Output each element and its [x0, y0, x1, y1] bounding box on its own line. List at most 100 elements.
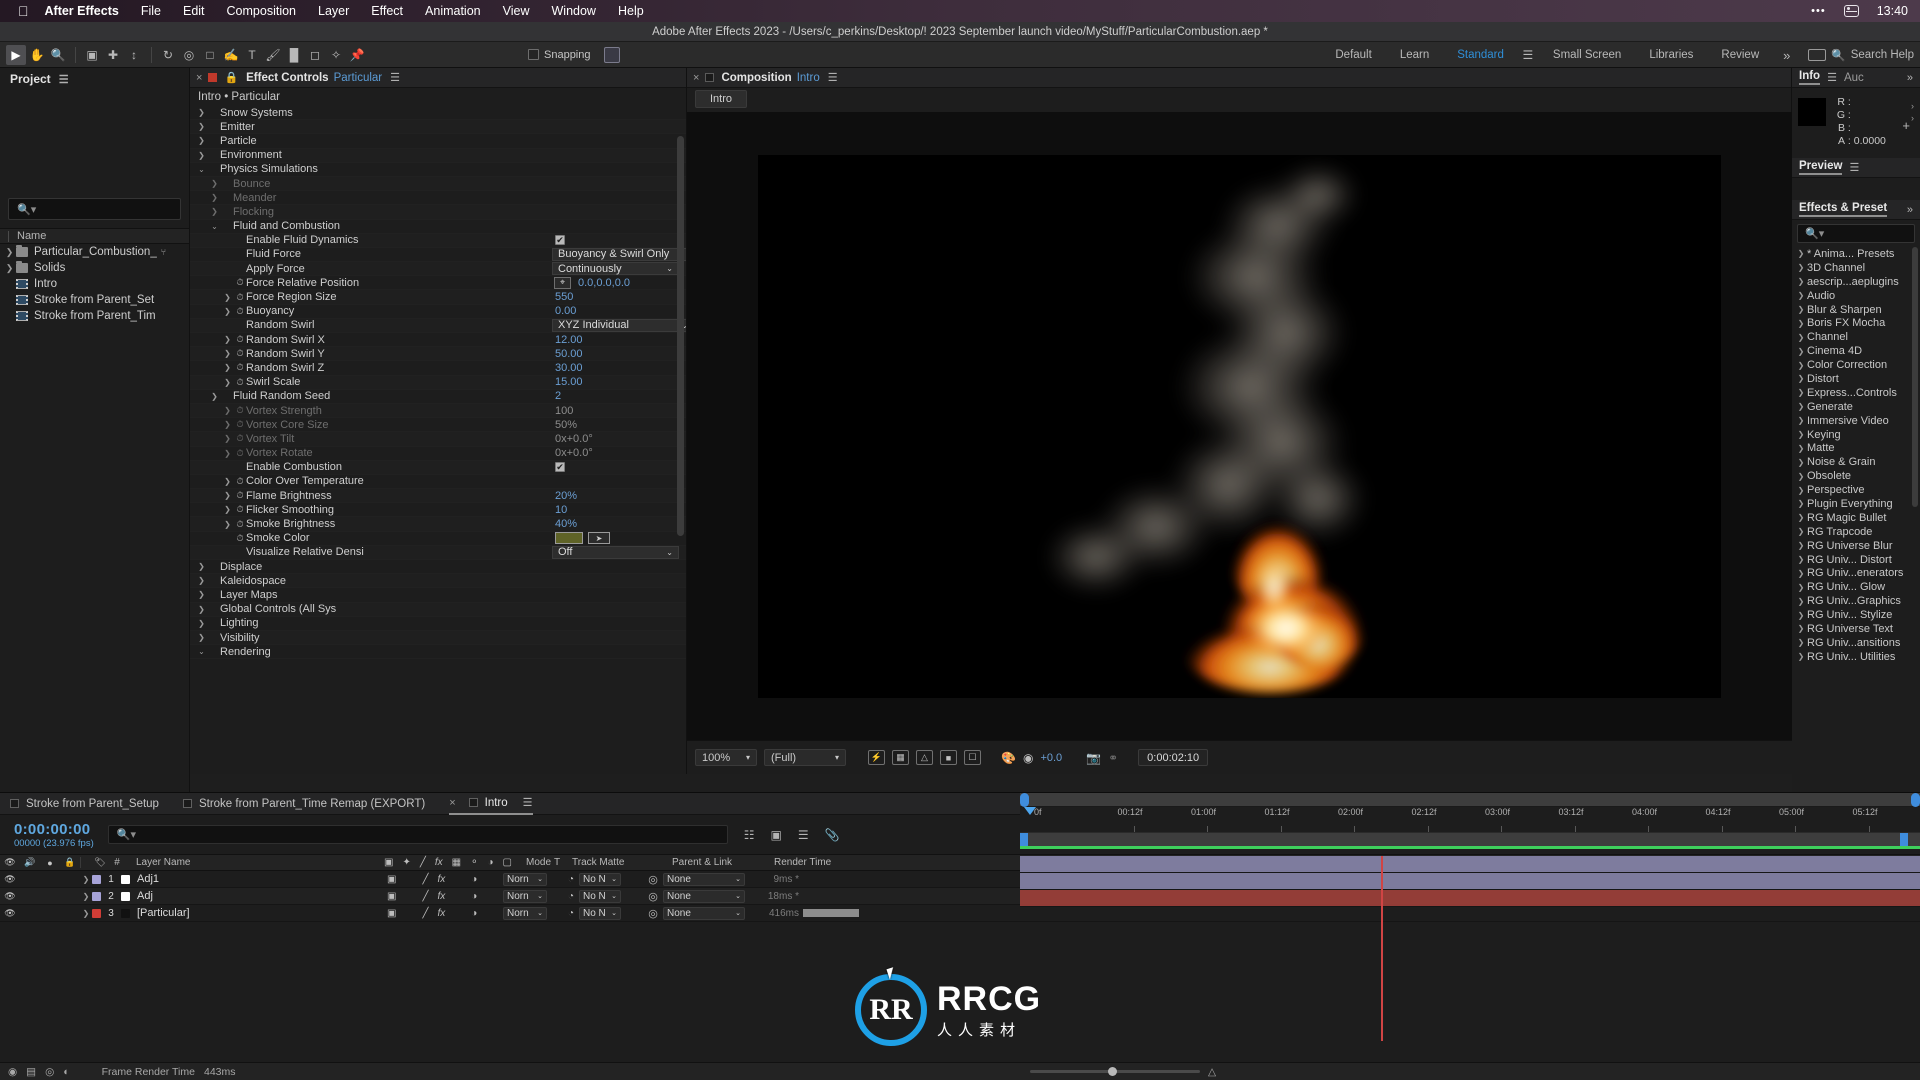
twirl-closed-icon[interactable]: ❯	[1795, 597, 1807, 606]
effect-property-row[interactable]: ❯ Global Controls (All Sys	[190, 602, 686, 617]
timeline-zoom-bar[interactable]	[1020, 793, 1920, 807]
effect-property-row[interactable]: ⌄ Fluid and Combustion	[190, 220, 686, 234]
effect-property-row[interactable]: ❯ Lighting	[190, 617, 686, 631]
effect-property-row[interactable]: ❯ Layer Maps	[190, 588, 686, 603]
effects-category-row[interactable]: ❯ RG Univ...enerators	[1792, 566, 1920, 580]
property-dropdown[interactable]: Off ⌄	[552, 545, 679, 559]
motion-blur-toggle-icon[interactable]: ◎	[45, 1066, 54, 1078]
stopwatch-icon[interactable]: ⏱	[234, 362, 246, 373]
property-value[interactable]: 40%	[555, 518, 577, 530]
effect-property-row[interactable]: ❯ ⏱ Color Over Temperature	[190, 475, 686, 490]
pixel-aspect-correction-icon[interactable]: ☐	[964, 750, 981, 765]
twirl-closed-icon[interactable]: ❯	[1795, 541, 1807, 550]
effect-property-row[interactable]: ❯ ⏱ Swirl Scale 15.00	[190, 375, 686, 390]
project-item[interactable]: Stroke from Parent_Set	[0, 292, 189, 308]
menu-help[interactable]: Help	[618, 4, 644, 18]
track-matte-icon[interactable]: ◔	[563, 874, 579, 885]
panel-menu-icon[interactable]: ☰	[59, 73, 69, 86]
twirl-closed-icon[interactable]: ❯	[1795, 569, 1807, 578]
panel-menu-icon[interactable]: ☰	[828, 71, 838, 84]
lock-icon[interactable]: 🔒	[224, 71, 238, 84]
effect-property-row[interactable]: ❯ Environment	[190, 148, 686, 163]
property-value[interactable]: 50.00	[555, 348, 583, 360]
menu-layer[interactable]: Layer	[318, 4, 349, 18]
timeline-tab-intro[interactable]: × Intro ☰	[449, 793, 533, 815]
twirl-closed-icon[interactable]: ❯	[1795, 374, 1807, 383]
stopwatch-icon[interactable]: ⏱	[234, 476, 246, 487]
effects-category-row[interactable]: ❯ 3D Channel	[1792, 261, 1920, 275]
effects-category-row[interactable]: ❯ Channel	[1792, 330, 1920, 344]
twirl-open-icon[interactable]: ⌄	[208, 222, 221, 231]
chevron-double-right-icon[interactable]: »	[1907, 204, 1913, 216]
track-matte-icon[interactable]: ◔	[563, 908, 579, 919]
property-checkbox[interactable]: ✔	[555, 462, 565, 473]
menubar-clock[interactable]: 13:40	[1877, 4, 1908, 18]
project-item[interactable]: Intro	[0, 276, 189, 292]
effect-property-row[interactable]: ⏱ Smoke Color ➤	[190, 532, 686, 546]
stopwatch-icon[interactable]: ⏱	[234, 348, 246, 359]
pen-tool-icon[interactable]: ✍	[221, 45, 241, 65]
effect-property-row[interactable]: ❯ Snow Systems	[190, 106, 686, 121]
layer-label-color[interactable]	[92, 891, 101, 901]
layer-name[interactable]: Adj	[137, 890, 387, 902]
quality-switch-icon[interactable]: ◑	[471, 891, 477, 902]
effect-property-row[interactable]: ❯ Visibility	[190, 630, 686, 646]
project-item[interactable]: ❯ Solids	[0, 260, 189, 276]
project-item[interactable]: ❯ Particular_Combustion_ ⑂	[0, 244, 189, 260]
effects-category-row[interactable]: ❯ Obsolete	[1792, 469, 1920, 483]
track-matte-icon[interactable]: ◔	[563, 891, 579, 902]
effects-category-row[interactable]: ❯ RG Univ... Utilities	[1792, 650, 1920, 664]
pan-tool-icon[interactable]: ✚	[103, 45, 123, 65]
twirl-closed-icon[interactable]: ❯	[195, 590, 208, 599]
motion-blur-icon[interactable]: 📎	[825, 828, 840, 842]
panel-menu-icon[interactable]: ☰	[523, 796, 533, 809]
twirl-closed-icon[interactable]: ❯	[195, 562, 208, 571]
property-value[interactable]: 10	[555, 504, 567, 516]
workspace-default[interactable]: Default	[1321, 49, 1385, 61]
twirl-closed-icon[interactable]: ❯	[1795, 263, 1807, 272]
effects-category-row[interactable]: ❯ Generate	[1792, 400, 1920, 414]
effects-category-row[interactable]: ❯ RG Magic Bullet	[1792, 511, 1920, 525]
property-value[interactable]: 0.0,0.0,0.0	[578, 277, 630, 289]
dolly-tool-icon[interactable]: ↕	[124, 45, 144, 65]
workspace-libraries[interactable]: Libraries	[1635, 49, 1707, 61]
exposure-value[interactable]: +0.0	[1040, 752, 1062, 764]
twirl-closed-icon[interactable]: ❯	[221, 378, 234, 387]
menu-composition[interactable]: Composition	[227, 4, 296, 18]
twirl-closed-icon[interactable]: ❯	[1795, 402, 1807, 411]
effect-property-row[interactable]: ❯ Flocking	[190, 205, 686, 220]
twirl-closed-icon[interactable]: ❯	[1795, 416, 1807, 425]
timeline-search-input[interactable]: 🔍▾	[107, 825, 728, 844]
zoom-level-select[interactable]: 100% ▾	[695, 749, 757, 766]
panel-menu-icon[interactable]: ☰	[390, 71, 400, 84]
search-help-control[interactable]: 🔍 Search Help	[1800, 48, 1914, 62]
effect-property-row[interactable]: ❯ Kaleidospace	[190, 574, 686, 589]
snapping-mode-icon[interactable]	[603, 46, 620, 63]
stopwatch-icon[interactable]: ⏱	[234, 419, 246, 430]
stopwatch-icon[interactable]: ⏱	[234, 533, 246, 544]
layer-visibility-icon[interactable]: 👁	[0, 874, 20, 885]
property-dropdown[interactable]: Continuously ⌄	[552, 262, 679, 276]
effects-category-row[interactable]: ❯ Express...Controls	[1792, 386, 1920, 400]
roto-brush-tool-icon[interactable]: ✧	[326, 45, 346, 65]
position-picker-icon[interactable]: ⌖	[554, 276, 571, 289]
toggle-switches-icon[interactable]: ◉	[8, 1066, 17, 1078]
zoom-tool-icon[interactable]: 🔍	[48, 45, 68, 65]
snapshot-icon[interactable]: 📷	[1086, 751, 1101, 765]
effects-category-row[interactable]: ❯ RG Univ...ansitions	[1792, 636, 1920, 650]
property-value[interactable]: 2	[555, 390, 561, 402]
parent-link-select[interactable]: None ⌄	[663, 872, 745, 886]
twirl-closed-icon[interactable]: ❯	[221, 335, 234, 344]
effects-search-input[interactable]: 🔍▾	[1797, 224, 1915, 243]
fast-preview-icon[interactable]: ⚡	[868, 750, 885, 765]
effect-property-row[interactable]: Visualize Relative Densi Off ⌄	[190, 545, 686, 560]
hand-tool-icon[interactable]: ✋	[27, 45, 47, 65]
twirl-open-icon[interactable]: ⌄	[195, 165, 208, 174]
anchor-point-tool-icon[interactable]: ◎	[179, 45, 199, 65]
status-dots[interactable]: •••	[1811, 5, 1826, 17]
twirl-closed-icon[interactable]: ❯	[1795, 486, 1807, 495]
effect-property-row[interactable]: ⌄ Physics Simulations	[190, 163, 686, 177]
twirl-closed-icon[interactable]: ❯	[221, 420, 234, 429]
zoom-bar-right-handle[interactable]	[1911, 793, 1920, 807]
effect-property-row[interactable]: ❯ ⏱ Flicker Smoothing 10	[190, 503, 686, 518]
